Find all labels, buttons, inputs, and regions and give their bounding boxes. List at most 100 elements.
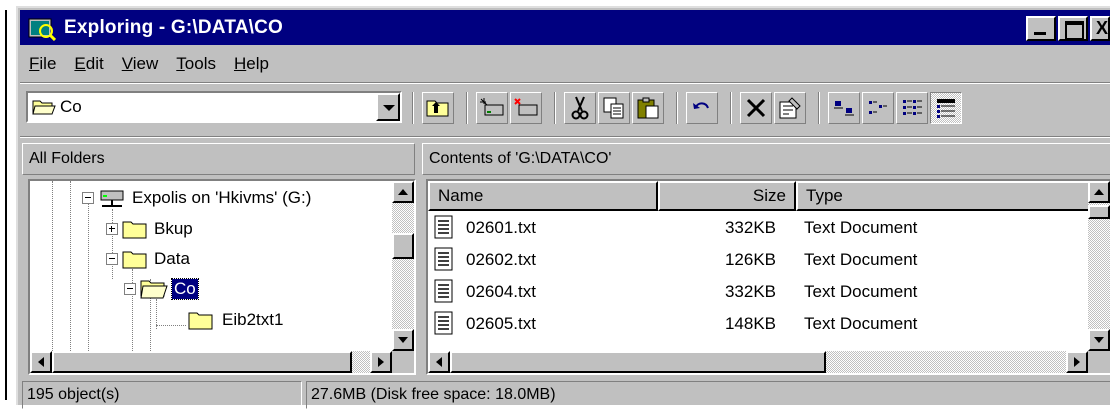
file-name: 02605.txt [466, 314, 536, 333]
list-horizontal-scrollbar[interactable] [428, 351, 1088, 373]
toolbar-separator [554, 92, 556, 124]
up-one-level-button[interactable] [422, 92, 454, 124]
scroll-up-button[interactable] [1088, 181, 1110, 203]
title-bar[interactable]: Exploring - G:\DATA\CO [20, 10, 1110, 45]
collapse-toggle[interactable] [82, 192, 94, 204]
copy-icon [603, 97, 624, 119]
menu-edit[interactable]: Edit [65, 54, 112, 74]
properties-button[interactable] [774, 92, 806, 124]
small-icons-icon [869, 101, 887, 114]
column-header-size[interactable]: Size [658, 181, 796, 211]
toolbar-separator-line [20, 136, 1110, 138]
properties-icon [779, 97, 801, 119]
network-drive-icon [100, 190, 124, 207]
menu-bar: File Edit View Tools Help [20, 50, 278, 78]
paste-icon [637, 97, 659, 119]
file-type: Text Document [804, 218, 918, 237]
maximize-button[interactable] [1058, 16, 1088, 41]
file-name: 02601.txt [466, 218, 536, 237]
scroll-right-button[interactable] [370, 351, 392, 373]
close-button[interactable] [1090, 16, 1110, 41]
scroll-down-button[interactable] [392, 329, 414, 351]
scroll-corner [392, 351, 414, 373]
tree-horizontal-scrollbar[interactable] [30, 351, 392, 373]
collapse-toggle[interactable] [124, 283, 136, 295]
scroll-thumb[interactable] [450, 351, 826, 373]
open-folder-icon [32, 98, 56, 121]
menu-view[interactable]: View [113, 54, 168, 74]
tree-item-label: Co [171, 278, 199, 300]
scissors-icon [571, 96, 589, 120]
scroll-left-button[interactable] [30, 351, 52, 373]
folder-tree[interactable]: Expolis on 'Hkivms' (G:) Bkup Data Co Ei… [28, 179, 416, 375]
menu-file[interactable]: File [20, 54, 65, 74]
scroll-up-button[interactable] [392, 181, 414, 203]
expand-toggle[interactable] [106, 223, 118, 235]
list-view-button[interactable] [896, 92, 928, 124]
address-dropdown-button[interactable] [376, 93, 400, 121]
scroll-thumb[interactable] [1088, 205, 1110, 219]
file-type: Text Document [804, 250, 918, 269]
scroll-down-button[interactable] [1088, 329, 1110, 351]
large-icons-icon [834, 101, 854, 116]
folder-icon [122, 221, 147, 239]
scroll-thumb[interactable] [52, 351, 352, 373]
undo-button[interactable] [686, 92, 718, 124]
collapse-toggle[interactable] [106, 253, 118, 265]
folder-icon [188, 312, 213, 330]
minimize-button[interactable] [1026, 16, 1056, 41]
tree-item-co[interactable]: Co [124, 274, 199, 304]
tree-item-label: Bkup [154, 219, 193, 238]
explorer-window: Exploring - G:\DATA\CO File Edit View To… [16, 6, 1110, 409]
menu-help[interactable]: Help [225, 54, 278, 74]
menu-separator [20, 82, 1110, 84]
scroll-right-button[interactable] [1066, 351, 1088, 373]
scroll-thumb[interactable] [392, 233, 414, 259]
tree-item-eib2txt1[interactable]: Eib2txt1 [188, 305, 283, 335]
delete-x-icon [746, 98, 766, 118]
file-row[interactable]: 02601.txt 332KB Text Document [428, 211, 1088, 243]
map-network-drive-button[interactable] [476, 92, 508, 124]
tree-item-drive[interactable]: Expolis on 'Hkivms' (G:) [82, 183, 311, 213]
all-folders-header: All Folders [22, 143, 415, 175]
cut-button[interactable] [564, 92, 596, 124]
map-drive-icon [480, 98, 504, 116]
disconnect-drive-icon [514, 98, 538, 116]
explorer-app-icon [28, 15, 57, 41]
file-size: 126KB [724, 250, 776, 269]
small-icons-button[interactable] [862, 92, 894, 124]
tree-item-label: Data [154, 249, 190, 268]
list-view-icon [903, 100, 922, 115]
open-folder-icon [140, 280, 168, 299]
toolbar-separator [818, 92, 820, 124]
list-vertical-scrollbar[interactable] [1088, 181, 1110, 351]
left-edge [0, 0, 10, 405]
toolbar-separator [730, 92, 732, 124]
file-row[interactable]: 02602.txt 126KB Text Document [428, 243, 1088, 275]
file-row[interactable]: 02604.txt 332KB Text Document [428, 275, 1088, 307]
text-document-icon [434, 215, 453, 239]
paste-button[interactable] [632, 92, 664, 124]
file-row[interactable]: 02605.txt 148KB Text Document [428, 307, 1088, 339]
file-list[interactable]: Name Size Type 02601.txt 332KB Text Docu… [426, 179, 1110, 375]
address-combo[interactable]: Co [26, 91, 402, 123]
scroll-left-button[interactable] [428, 351, 450, 373]
tree-vertical-scrollbar[interactable] [392, 181, 414, 351]
disconnect-drive-button[interactable] [510, 92, 542, 124]
toolbar-separator [676, 92, 678, 124]
tree-item-label: Eib2txt1 [222, 310, 284, 329]
large-icons-button[interactable] [828, 92, 860, 124]
delete-button[interactable] [740, 92, 772, 124]
column-header-name[interactable]: Name [428, 181, 658, 211]
copy-button[interactable] [598, 92, 630, 124]
toolbar: Co [20, 86, 1110, 130]
tree-item-data[interactable]: Data [106, 244, 190, 274]
details-view-button[interactable] [930, 92, 962, 124]
tree-item-label: Expolis on 'Hkivms' (G:) [132, 188, 312, 207]
text-document-icon [434, 279, 453, 303]
details-view-icon [937, 99, 955, 118]
tree-item-bkup[interactable]: Bkup [106, 214, 193, 244]
column-header-type[interactable]: Type [796, 181, 1096, 211]
file-size: 332KB [724, 218, 776, 237]
menu-tools[interactable]: Tools [167, 54, 225, 74]
